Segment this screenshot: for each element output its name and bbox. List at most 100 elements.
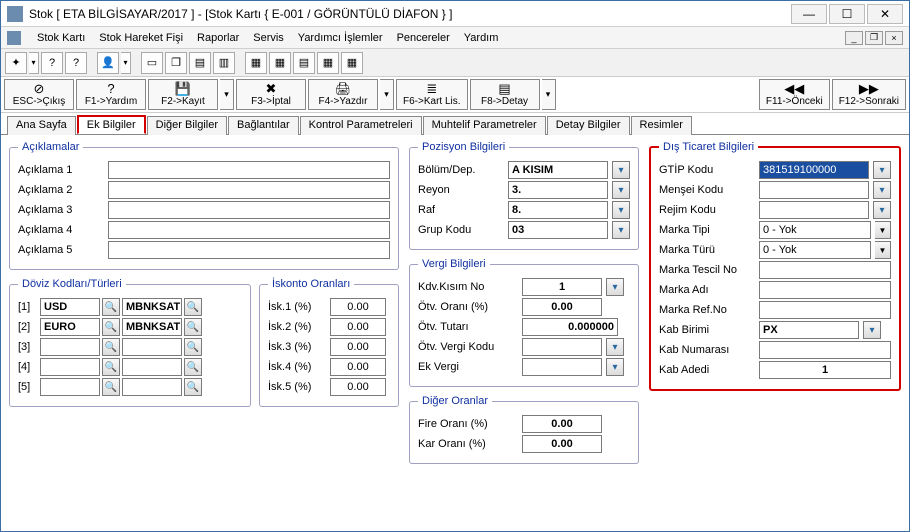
doviz-code-4[interactable] — [40, 358, 100, 376]
tool-form2-icon[interactable]: ▦ — [269, 52, 291, 74]
input-fire[interactable]: 0.00 — [522, 415, 602, 433]
lookup-grupkodu[interactable]: ▾ — [612, 221, 630, 239]
tool-help2-icon[interactable]: ? — [65, 52, 87, 74]
tool-form1-icon[interactable]: ▦ — [245, 52, 267, 74]
drop-markaturu[interactable]: ▼ — [875, 241, 891, 259]
tab-resimler[interactable]: Resimler — [631, 116, 692, 135]
input-markaturu[interactable]: 0 - Yok — [759, 241, 871, 259]
lookup-gtip[interactable]: ▾ — [873, 161, 891, 179]
mdi-restore[interactable]: ❐ — [865, 31, 883, 45]
close-button[interactable]: ✕ — [867, 4, 903, 24]
f1-button[interactable]: ?F1->Yardım — [76, 79, 146, 110]
mdi-close[interactable]: × — [885, 31, 903, 45]
maximize-button[interactable]: ☐ — [829, 4, 865, 24]
tool-wand-icon[interactable]: ✦ — [5, 52, 27, 74]
tool-help1-icon[interactable]: ? — [41, 52, 63, 74]
input-aciklama5[interactable] — [108, 241, 390, 259]
doviz-code-3-lookup[interactable]: 🔍 — [102, 338, 120, 356]
input-kdvkisim[interactable]: 1 — [522, 278, 602, 296]
f4-drop[interactable]: ▾ — [380, 79, 394, 110]
f8-drop[interactable]: ▾ — [542, 79, 556, 110]
tool-grid-icon[interactable]: ▦ — [317, 52, 339, 74]
input-grupkodu[interactable]: 03 — [508, 221, 608, 239]
menu-yardim[interactable]: Yardım — [464, 32, 499, 44]
doviz-code-5-lookup[interactable]: 🔍 — [102, 378, 120, 396]
tab-kontrol-parametreleri[interactable]: Kontrol Parametreleri — [300, 116, 422, 135]
doviz-type-2[interactable]: MBNKSAT — [122, 318, 182, 336]
doviz-code-5[interactable] — [40, 378, 100, 396]
tool-user-icon[interactable]: 👤 — [97, 52, 119, 74]
doviz-code-1[interactable]: USD — [40, 298, 100, 316]
tool-tileh-icon[interactable]: ▤ — [189, 52, 211, 74]
input-otvtutari[interactable]: 0.000000 — [522, 318, 618, 336]
doviz-type-3[interactable] — [122, 338, 182, 356]
doviz-code-2[interactable]: EURO — [40, 318, 100, 336]
tool-wand-drop[interactable]: ▾ — [29, 52, 39, 74]
input-reyon[interactable]: 3. — [508, 181, 608, 199]
mdi-minimize[interactable]: _ — [845, 31, 863, 45]
doviz-type-4-lookup[interactable]: 🔍 — [184, 358, 202, 376]
lookup-kdvkisim[interactable]: ▾ — [606, 278, 624, 296]
tool-list-icon[interactable]: ▤ — [293, 52, 315, 74]
tab-muhtelif-parametreler[interactable]: Muhtelif Parametreler — [423, 116, 546, 135]
doviz-type-5[interactable] — [122, 378, 182, 396]
menu-stok-karti[interactable]: Stok Kartı — [37, 32, 85, 44]
menu-raporlar[interactable]: Raporlar — [197, 32, 239, 44]
tab-baglantilar[interactable]: Bağlantılar — [228, 116, 299, 135]
input-markatipi[interactable]: 0 - Yok — [759, 221, 871, 239]
lookup-raf[interactable]: ▾ — [612, 201, 630, 219]
f2-drop[interactable]: ▾ — [220, 79, 234, 110]
input-kabnumarasi[interactable] — [759, 341, 891, 359]
doviz-code-2-lookup[interactable]: 🔍 — [102, 318, 120, 336]
lookup-reyon[interactable]: ▾ — [612, 181, 630, 199]
tool-tilev-icon[interactable]: ▥ — [213, 52, 235, 74]
input-otvkodu[interactable] — [522, 338, 602, 356]
lookup-rejim[interactable]: ▾ — [873, 201, 891, 219]
doviz-type-2-lookup[interactable]: 🔍 — [184, 318, 202, 336]
input-aciklama3[interactable] — [108, 201, 390, 219]
menu-yardimci[interactable]: Yardımcı İşlemler — [298, 32, 383, 44]
input-raf[interactable]: 8. — [508, 201, 608, 219]
input-aciklama1[interactable] — [108, 161, 390, 179]
tool-window-icon[interactable]: ▭ — [141, 52, 163, 74]
input-tescilno[interactable] — [759, 261, 891, 279]
input-isk5[interactable]: 0.00 — [330, 378, 386, 396]
lookup-bolum[interactable]: ▾ — [612, 161, 630, 179]
tab-diger-bilgiler[interactable]: Diğer Bilgiler — [147, 116, 227, 135]
input-markaadi[interactable] — [759, 281, 891, 299]
input-gtip[interactable]: 381519100000 — [759, 161, 869, 179]
doviz-type-5-lookup[interactable]: 🔍 — [184, 378, 202, 396]
input-isk4[interactable]: 0.00 — [330, 358, 386, 376]
minimize-button[interactable]: — — [791, 4, 827, 24]
input-rejim[interactable] — [759, 201, 869, 219]
input-aciklama2[interactable] — [108, 181, 390, 199]
lookup-otvkodu[interactable]: ▾ — [606, 338, 624, 356]
input-ekvergi[interactable] — [522, 358, 602, 376]
doviz-type-1-lookup[interactable]: 🔍 — [184, 298, 202, 316]
esc-button[interactable]: ⊘ESC->Çıkış — [4, 79, 74, 110]
f3-button[interactable]: ✖F3->İptal — [236, 79, 306, 110]
f4-button[interactable]: 🖨F4->Yazdır — [308, 79, 378, 110]
doviz-code-1-lookup[interactable]: 🔍 — [102, 298, 120, 316]
doviz-type-1[interactable]: MBNKSAT — [122, 298, 182, 316]
input-kar[interactable]: 0.00 — [522, 435, 602, 453]
input-bolum[interactable]: A KISIM — [508, 161, 608, 179]
f12-button[interactable]: ▶▶F12->Sonraki — [832, 79, 906, 110]
tool-cascade-icon[interactable]: ❐ — [165, 52, 187, 74]
menu-pencereler[interactable]: Pencereler — [397, 32, 450, 44]
tab-detay-bilgiler[interactable]: Detay Bilgiler — [547, 116, 630, 135]
input-kabadedi[interactable]: 1 — [759, 361, 891, 379]
tab-ek-bilgiler[interactable]: Ek Bilgiler — [77, 115, 146, 134]
input-aciklama4[interactable] — [108, 221, 390, 239]
input-isk2[interactable]: 0.00 — [330, 318, 386, 336]
menu-stok-hareket[interactable]: Stok Hareket Fişi — [99, 32, 183, 44]
input-markaref[interactable] — [759, 301, 891, 319]
lookup-ekvergi[interactable]: ▾ — [606, 358, 624, 376]
f2-button[interactable]: 💾F2->Kayıt — [148, 79, 218, 110]
lookup-kabbirimi[interactable]: ▾ — [863, 321, 881, 339]
input-mensei[interactable] — [759, 181, 869, 199]
input-kabbirimi[interactable]: PX — [759, 321, 859, 339]
f8-button[interactable]: ▤F8->Detay — [470, 79, 540, 110]
input-isk1[interactable]: 0.00 — [330, 298, 386, 316]
menu-servis[interactable]: Servis — [253, 32, 284, 44]
